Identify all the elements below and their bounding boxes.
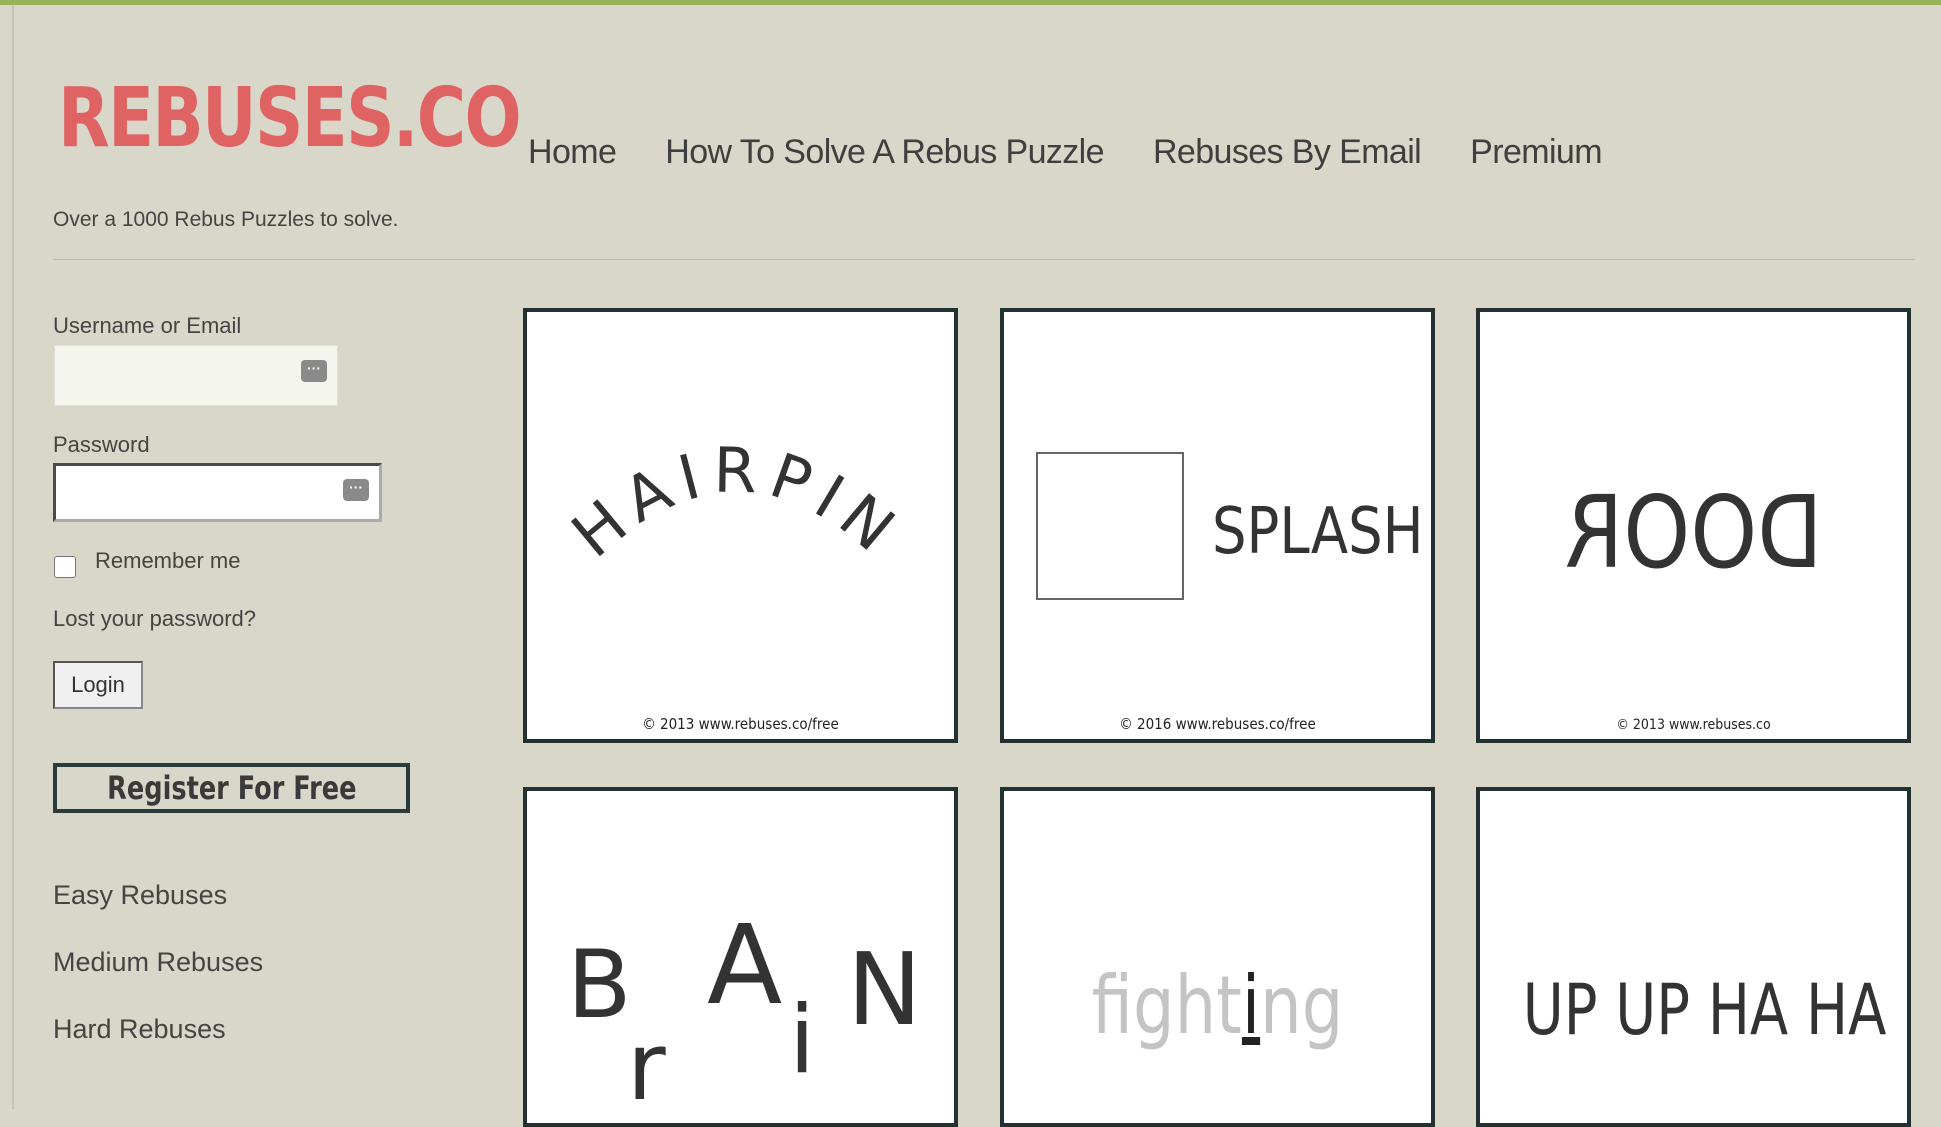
puzzle-card-door[interactable]: DOOR © 2013 www.rebuses.co (1476, 308, 1911, 743)
puzzle-empty-box (1036, 452, 1184, 600)
site-tagline: Over a 1000 Rebus Puzzles to solve. (53, 208, 399, 231)
puzzle-card-hairpin[interactable]: HAIRPIN © 2013 www.rebuses.co/free (523, 308, 958, 743)
puzzle-copyright: © 2013 www.rebuses.co (1616, 717, 1771, 733)
nav-rebuses-by-email[interactable]: Rebuses By Email (1153, 133, 1422, 172)
puzzle-card-fighting[interactable]: fighting (1000, 787, 1435, 1127)
puzzle-text-door-mirrored: DOOR (1564, 474, 1823, 591)
main-nav: Home How To Solve A Rebus Puzzle Rebuses… (528, 133, 1603, 172)
puzzle-copyright: © 2013 www.rebuses.co/free (642, 715, 839, 733)
puzzle-text-hairpin: HAIRPIN (558, 434, 906, 572)
puzzle-card-brain[interactable]: B r A i N (523, 787, 958, 1127)
header-divider (53, 259, 1915, 260)
remember-me-label: Remember me (95, 548, 241, 573)
nav-premium[interactable]: Premium (1470, 133, 1602, 172)
lost-password-link[interactable]: Lost your password? (53, 606, 256, 632)
password-field-wrapper: ··· (53, 463, 382, 522)
puzzle-card-splash[interactable]: SPLASH © 2016 www.rebuses.co/free (1000, 308, 1435, 743)
site-logo[interactable]: REBUSES.CO (58, 78, 522, 160)
category-medium[interactable]: Medium Rebuses (53, 947, 263, 978)
left-border-line (12, 5, 14, 1109)
puzzle-card-up-up-ha-ha[interactable]: UP UP HA HA (1476, 787, 1911, 1127)
username-label: Username or Email (53, 313, 242, 338)
puzzle-text-fighting: fighting (1091, 959, 1344, 1052)
puzzle-letter-b: B (567, 931, 632, 1040)
puzzle-text-up-up-ha-ha: UP UP HA HA (1522, 969, 1887, 1051)
puzzle-letter-a: A (707, 901, 783, 1029)
username-field-wrapper: ··· (54, 345, 338, 406)
puzzle-letter-n: N (847, 931, 922, 1048)
password-input[interactable] (56, 466, 379, 519)
puzzle-image-hairpin: HAIRPIN (558, 434, 916, 572)
keyboard-icon[interactable]: ··· (301, 360, 327, 382)
puzzle-letter-i: i (789, 986, 816, 1095)
category-hard[interactable]: Hard Rebuses (53, 1014, 226, 1045)
register-button-label: Register For Free (106, 769, 357, 807)
password-label: Password (53, 432, 150, 457)
register-button[interactable]: Register For Free (53, 763, 410, 813)
puzzle-text-splash: SPLASH (1212, 495, 1424, 569)
nav-home[interactable]: Home (528, 133, 617, 172)
category-easy[interactable]: Easy Rebuses (53, 880, 227, 911)
username-input[interactable] (55, 346, 337, 405)
keyboard-icon[interactable]: ··· (343, 479, 369, 501)
nav-how-to-solve[interactable]: How To Solve A Rebus Puzzle (665, 133, 1104, 172)
top-accent-line (0, 0, 1941, 5)
puzzle-copyright: © 2016 www.rebuses.co/free (1119, 715, 1316, 733)
remember-me-checkbox[interactable] (54, 556, 76, 578)
svg-text:HAIRPIN: HAIRPIN (558, 434, 916, 572)
puzzle-letter-r: r (627, 1013, 666, 1122)
login-button[interactable]: Login (53, 661, 143, 709)
